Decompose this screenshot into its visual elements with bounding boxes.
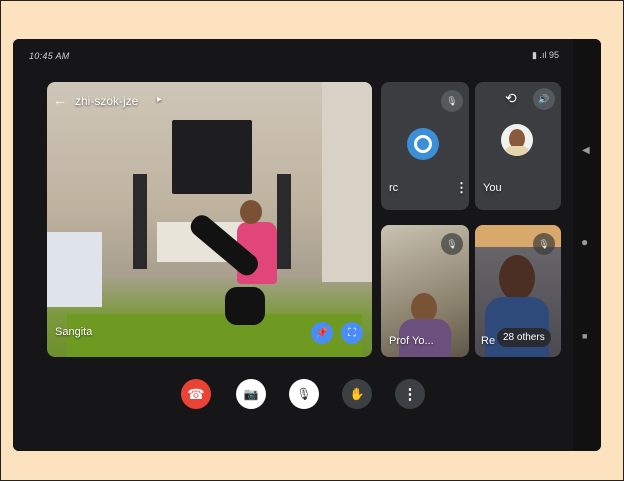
- participant-tile-you[interactable]: ⟲ 🔊 You: [475, 82, 561, 210]
- rc-avatar: [407, 128, 439, 160]
- mic-off-button[interactable]: 🎙: [289, 379, 319, 409]
- switch-camera-icon[interactable]: ⟲: [505, 90, 517, 107]
- person-head: [240, 200, 262, 224]
- status-bar: 10:45 AM ▮ .ıl 95: [13, 47, 573, 65]
- end-call-button[interactable]: ☎: [181, 379, 211, 409]
- back-arrow-icon[interactable]: ←: [53, 92, 67, 108]
- meet-screen: 10:45 AM ▮ .ıl 95 ← zhi-szok-jze ▸ Sangi…: [13, 39, 573, 451]
- re-body: [485, 297, 549, 357]
- nav-home-icon[interactable]: ●: [581, 235, 588, 249]
- nav-back-icon[interactable]: ◀: [582, 145, 590, 156]
- others-badge[interactable]: 28 others: [497, 328, 551, 347]
- meeting-code-chevron-icon[interactable]: ▸: [157, 94, 162, 105]
- mic-off-icon: 🎙: [533, 233, 555, 255]
- rc-more-icon[interactable]: ⋮: [455, 180, 468, 196]
- main-video-tile[interactable]: ← zhi-szok-jze ▸ Sangita 📌 ⛶: [47, 82, 372, 357]
- you-name: You: [483, 182, 502, 194]
- you-avatar: [501, 124, 533, 156]
- prof-name: Prof Yo...: [389, 335, 434, 347]
- status-icons: ▮ .ıl 95: [532, 50, 559, 60]
- fullscreen-icon[interactable]: ⛶: [341, 322, 363, 344]
- person-legs-lower: [225, 287, 265, 325]
- re-head: [499, 255, 535, 301]
- page-frame: 10:45 AM ▮ .ıl 95 ← zhi-szok-jze ▸ Sangi…: [0, 0, 624, 481]
- system-nav-bar: ◀ ● ■: [573, 39, 601, 451]
- camera-off-button[interactable]: 📷: [236, 379, 266, 409]
- more-options-button[interactable]: ⋮: [395, 379, 425, 409]
- speaker-left: [133, 174, 147, 269]
- speaker-icon[interactable]: 🔊: [533, 88, 555, 110]
- window-curtain: [322, 82, 372, 282]
- mic-off-icon: 🎙: [441, 90, 463, 112]
- sofa: [47, 232, 102, 307]
- tv-screen: [172, 120, 252, 194]
- participant-tile-re[interactable]: 🎙 Re 28 others: [475, 225, 561, 357]
- status-time: 10:45 AM: [29, 51, 70, 61]
- raise-hand-button[interactable]: ✋: [342, 379, 372, 409]
- meeting-code[interactable]: zhi-szok-jze: [75, 94, 138, 108]
- phone-screen: 10:45 AM ▮ .ıl 95 ← zhi-szok-jze ▸ Sangi…: [13, 39, 601, 451]
- you-avatar-shirt: [504, 146, 530, 156]
- nav-recent-icon[interactable]: ■: [582, 331, 587, 341]
- rc-name: rc: [389, 182, 399, 194]
- re-name: Re: [481, 335, 496, 347]
- participant-tile-prof[interactable]: 🎙 Prof Yo...: [381, 225, 469, 357]
- main-participant-name: Sangita: [55, 326, 93, 338]
- speaker-right: [277, 174, 291, 269]
- mic-off-icon: 🎙: [441, 233, 463, 255]
- participant-tile-rc[interactable]: 🎙 rc ⋮: [381, 82, 469, 210]
- rc-avatar-logo-icon: [414, 135, 432, 153]
- pin-icon[interactable]: 📌: [311, 322, 333, 344]
